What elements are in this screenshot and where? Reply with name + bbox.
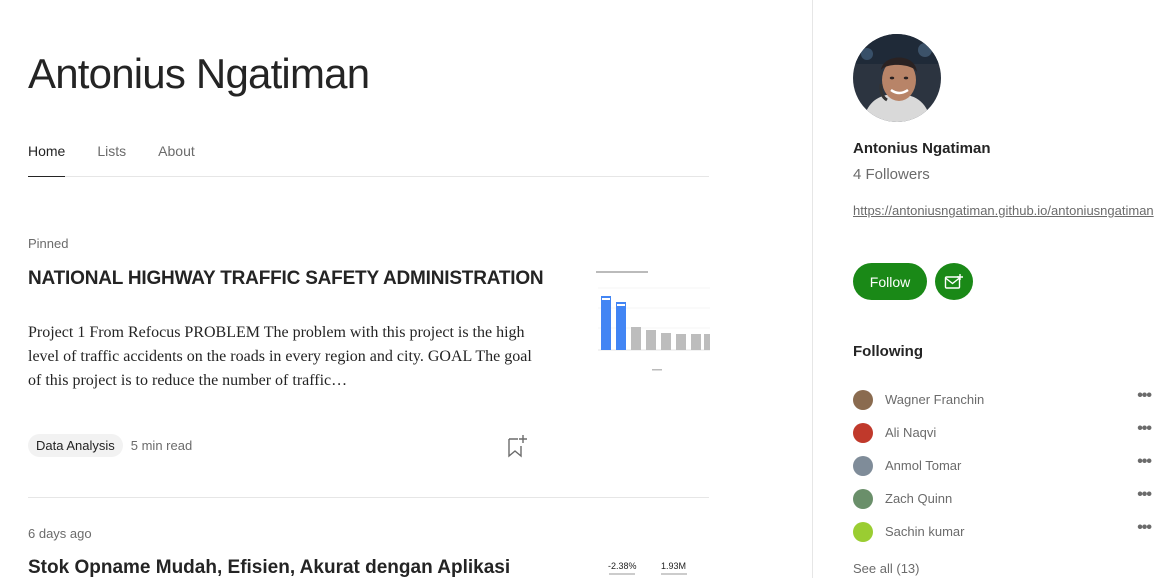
see-all-following-link[interactable]: See all (13): [853, 561, 919, 576]
thumbnail-stat-bar: [660, 573, 687, 575]
avatar: [853, 422, 873, 443]
more-options-icon[interactable]: •••: [1137, 420, 1152, 438]
post-title[interactable]: Stok Opname Mudah, Efisien, Akurat denga…: [28, 556, 588, 578]
more-options-icon[interactable]: •••: [1137, 486, 1152, 504]
following-item[interactable]: Ali Naqvi •••: [853, 416, 1153, 449]
avatar: [853, 455, 873, 476]
sidebar: Antonius Ngatiman 4 Followers https://an…: [812, 0, 1169, 578]
avatar: [853, 521, 873, 542]
avatar-image: [853, 34, 941, 122]
following-name[interactable]: Anmol Tomar: [885, 458, 961, 473]
followers-count[interactable]: 4 Followers: [853, 166, 930, 183]
subscribe-email-button[interactable]: [935, 263, 973, 300]
following-list: Wagner Franchin ••• Ali Naqvi ••• Anmol …: [853, 383, 1153, 548]
thumbnail-stat: -2.38%: [608, 561, 637, 575]
tab-home[interactable]: Home: [28, 142, 66, 177]
post-title[interactable]: NATIONAL HIGHWAY TRAFFIC SAFETY ADMINIST…: [28, 267, 548, 291]
following-name[interactable]: Wagner Franchin: [885, 392, 984, 407]
thumbnail-stat: 1.93M: [660, 561, 687, 575]
following-name[interactable]: Zach Quinn: [885, 491, 952, 506]
following-item[interactable]: Zach Quinn •••: [853, 482, 1153, 515]
topic-tag[interactable]: Data Analysis: [28, 434, 123, 457]
tab-about[interactable]: About: [158, 142, 195, 177]
following-name[interactable]: Ali Naqvi: [885, 425, 936, 440]
post-meta: Data Analysis 5 min read: [28, 434, 192, 457]
more-options-icon[interactable]: •••: [1137, 519, 1152, 537]
main-column: Antonius Ngatiman Home Lists About Pinne…: [28, 0, 710, 578]
following-name[interactable]: Sachin kumar: [885, 524, 964, 539]
thumbnail-stat-bar: [609, 573, 636, 575]
thumbnail-stat-value: 1.93M: [661, 561, 687, 571]
post-thumbnail[interactable]: [594, 264, 710, 376]
post-date: 6 days ago: [28, 526, 92, 541]
profile-website-link[interactable]: https://antoniusngatiman.github.io/anton…: [853, 201, 1158, 220]
mail-plus-icon: [944, 273, 963, 289]
post-divider: [28, 497, 709, 498]
avatar[interactable]: [853, 34, 941, 122]
avatar: [853, 389, 873, 410]
profile-title: Antonius Ngatiman: [28, 50, 370, 97]
pinned-label: Pinned: [28, 236, 69, 251]
following-item[interactable]: Sachin kumar •••: [853, 515, 1153, 548]
more-options-icon[interactable]: •••: [1137, 387, 1152, 405]
post-excerpt[interactable]: Project 1 From Refocus PROBLEM The probl…: [28, 321, 538, 393]
profile-name[interactable]: Antonius Ngatiman: [853, 140, 991, 157]
bookmark-add-icon[interactable]: [506, 434, 528, 458]
following-item[interactable]: Anmol Tomar •••: [853, 449, 1153, 482]
more-options-icon[interactable]: •••: [1137, 453, 1152, 471]
avatar: [853, 488, 873, 509]
post-thumbnail[interactable]: -2.38% 1.93M: [608, 561, 687, 575]
tab-lists[interactable]: Lists: [97, 142, 126, 177]
follow-button[interactable]: Follow: [853, 263, 927, 300]
profile-tabs: Home Lists About: [28, 142, 709, 177]
read-time: 5 min read: [130, 438, 193, 453]
thumbnail-stat-value: -2.38%: [608, 561, 637, 571]
following-item[interactable]: Wagner Franchin •••: [853, 383, 1153, 416]
following-heading: Following: [853, 343, 923, 360]
